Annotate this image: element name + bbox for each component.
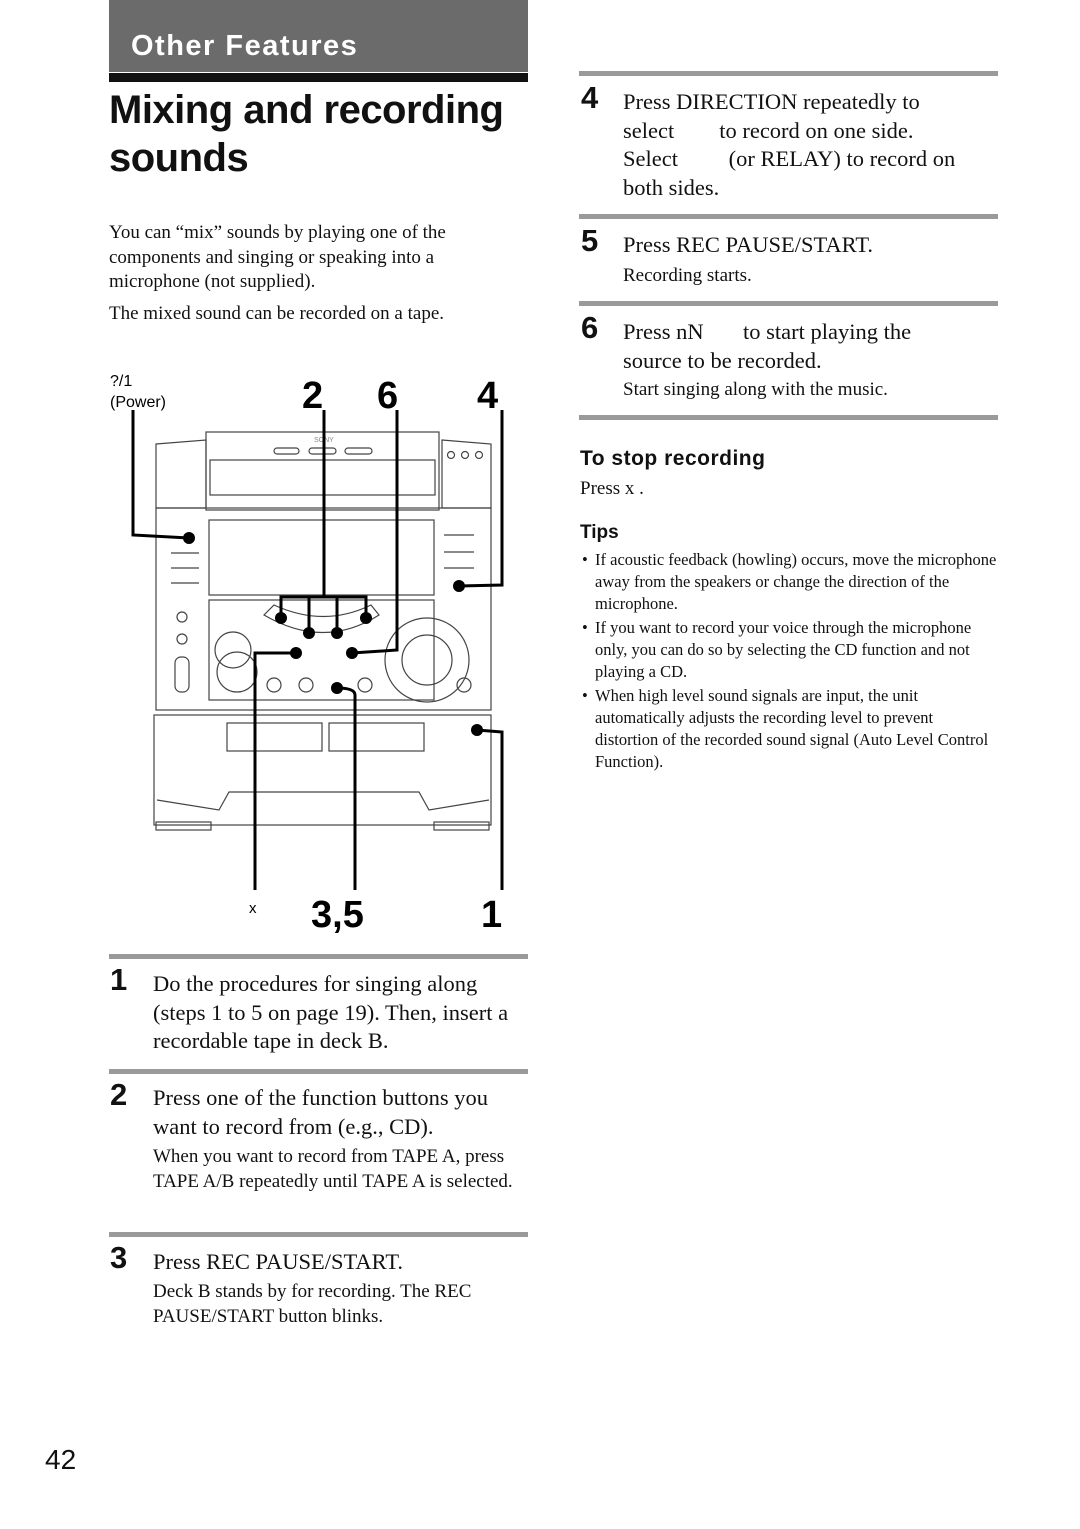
step-divider [579,301,998,306]
step-2-note: When you want to record from TAPE A, pre… [153,1146,513,1192]
step-5-text: Press REC PAUSE/START. [623,232,874,257]
tips-heading: Tips [580,522,619,543]
callout-4: 4 [477,375,498,417]
step-5-note: Recording starts. [623,265,752,286]
page-number: 42 [45,1444,77,1475]
stereo-system-diagram: SONY ?/1 (Power) 2 6 4 x 3,5 1 [110,373,504,935]
step-3-note: Deck B stands by for recording. The REC … [153,1281,472,1327]
step-4-line: Press DIRECTION repeatedly to [623,89,920,114]
step-3-text: Press REC PAUSE/START. [153,1249,404,1274]
callout-dots [183,532,483,736]
stop-heading: To stop recording [580,447,766,470]
step-divider [579,214,998,219]
step-5-number: 5 [581,223,599,258]
header-rule [109,73,528,82]
step-divider [109,1232,528,1237]
step-6-line: Press nN to start playing the [623,319,912,344]
step-1-text: Do the procedures for singing along (ste… [153,971,509,1053]
step-6-note: Start singing along with the music. [623,379,888,400]
step-4-line: Select (or RELAY) to record on [623,146,956,171]
callout-3-5: 3,5 [311,894,364,935]
power-symbol: ?/1 [110,373,132,390]
step-4-number: 4 [581,80,599,115]
step-6-number: 6 [581,310,599,345]
section-title: Other Features [131,30,359,62]
step-1-number: 1 [110,962,128,997]
tip-item: If you want to record your voice through… [582,617,998,683]
step-4-text: Press DIRECTION repeatedly to select to r… [623,88,998,202]
step-divider [109,954,528,959]
step-6-text: Press nN to start playing the source to b… [623,318,998,375]
step-4-line: select to record on one side. [623,117,914,143]
callout-2: 2 [302,375,323,417]
step-divider [579,415,998,420]
callout-6: 6 [377,375,398,417]
step-divider [579,71,998,76]
intro-paragraph-2: The mixed sound can be recorded on a tap… [109,303,445,324]
power-label: (Power) [110,394,166,411]
stop-text: Press x . [580,478,644,499]
callout-lines [131,410,504,890]
step-2-number: 2 [110,1077,128,1112]
page-title: Mixing and recording sounds [109,88,504,180]
step-divider [109,1069,528,1074]
intro-paragraph-1: You can “mix” sounds by playing one of t… [109,222,446,292]
step-6-line: source to be recorded. [623,347,822,373]
tips-list: If acoustic feedback (howling) occurs, m… [581,549,998,775]
step-2-text: Press one of the function buttons you wa… [153,1085,488,1139]
callout-stop: x [249,900,257,917]
tip-item: When high level sound signals are input,… [582,685,998,773]
step-3-number: 3 [110,1240,128,1275]
step-4-line: both sides. [623,174,720,200]
tip-item: If acoustic feedback (howling) occurs, m… [582,549,998,615]
callout-1: 1 [481,894,502,935]
section-header: Other Features [109,0,528,72]
